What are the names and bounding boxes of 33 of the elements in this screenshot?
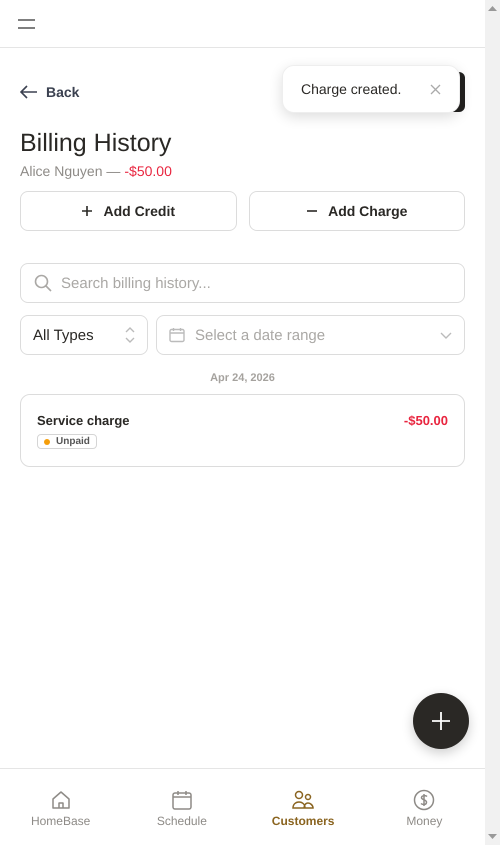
toast-message: Charge created. [301, 81, 402, 97]
nav-tab[interactable]: Customers [242, 769, 364, 845]
search-field[interactable]: Search billing history... [20, 263, 465, 303]
scroll-up-icon[interactable] [488, 6, 497, 11]
arrow-left-icon [20, 85, 38, 99]
balance: -$50.00 [124, 163, 172, 179]
search-icon [34, 274, 52, 292]
status-badge: Unpaid [37, 434, 97, 449]
minus-icon [306, 210, 318, 212]
up-down-chevron-icon [125, 327, 135, 343]
add-charge-button[interactable]: Add Charge [248, 191, 465, 231]
house-icon [50, 789, 72, 811]
charge-title: Service charge [37, 413, 130, 428]
date-heading: Apr 24, 2026 [209, 372, 276, 384]
calendar-icon [169, 327, 185, 343]
calendar-icon [170, 789, 193, 811]
customer-name: Alice Nguyen — [20, 163, 120, 179]
chevron-down-icon [440, 332, 452, 338]
scroll-down-icon[interactable] [488, 834, 497, 839]
page-title: Billing History [20, 128, 172, 158]
scrollbar[interactable] [485, 0, 500, 845]
back-button[interactable]: Back [20, 82, 80, 102]
dollar-icon [413, 789, 436, 811]
charge-amount: -$50.00 [404, 413, 448, 428]
type-dropdown[interactable]: All Types [20, 315, 148, 355]
plus-icon [81, 205, 94, 217]
people-icon [292, 789, 314, 811]
add-credit-button[interactable]: Add Credit [20, 191, 236, 231]
menu-icon[interactable] [18, 18, 35, 28]
billing-card[interactable]: Service charge Unpaid -$50.00 [20, 394, 465, 466]
close-icon [430, 84, 441, 94]
plus-icon [432, 712, 450, 730]
close-button[interactable] [430, 84, 441, 94]
